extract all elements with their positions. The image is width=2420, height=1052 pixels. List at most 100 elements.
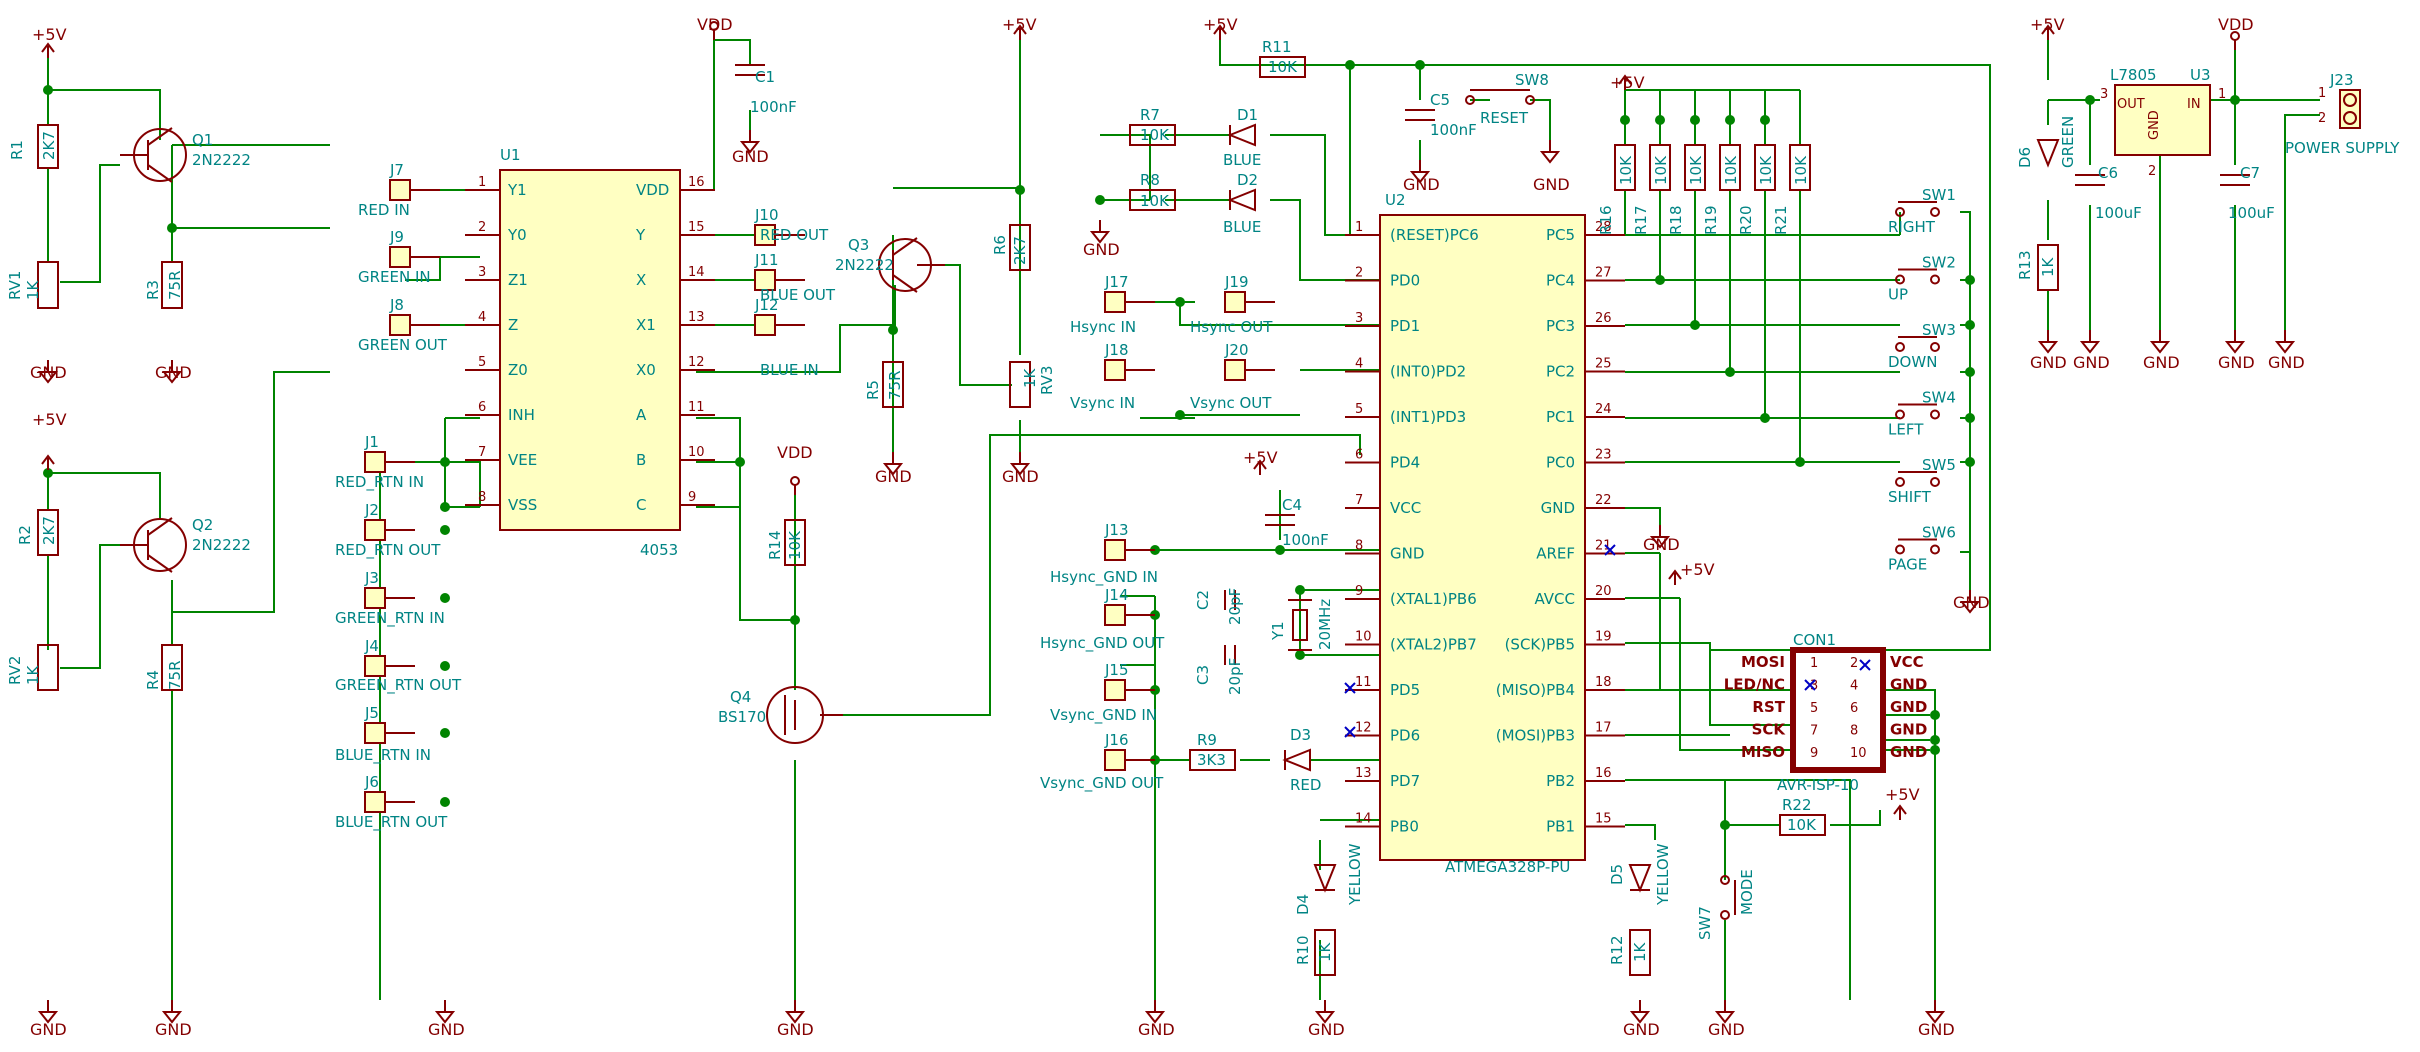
u2-pin-name: (XTAL2)PB7 [1390, 636, 1477, 654]
u2-pin-name: PB2 [1546, 772, 1575, 790]
u2-pin-name: GND [1541, 499, 1575, 517]
u2-pin-name: PC2 [1546, 363, 1575, 381]
svg-text:R12: R12 [1608, 935, 1626, 965]
u2-pin-name: PC5 [1546, 226, 1575, 244]
switch-contact[interactable] [1930, 207, 1940, 217]
svg-text:4053: 4053 [640, 541, 678, 559]
svg-text:100nF: 100nF [1430, 121, 1477, 139]
u1-pin-name: C [636, 496, 646, 514]
jumper-pad[interactable] [1104, 679, 1126, 701]
resistor-bank-ref: R21 [1772, 205, 1790, 235]
jumper-pad[interactable] [389, 314, 411, 336]
svg-text:GND: GND [1623, 1020, 1660, 1039]
u2-pin-name: PC1 [1546, 408, 1575, 426]
switch-contact[interactable] [1895, 477, 1905, 487]
jumper-ref: J1 [364, 433, 379, 451]
switch-contact[interactable] [1930, 342, 1940, 352]
u1-pin-name: Y1 [507, 181, 527, 199]
u1-pin-num: 15 [688, 220, 705, 235]
switch-contact[interactable] [1930, 477, 1940, 487]
u2-pin-name: (RESET)PC6 [1390, 226, 1479, 244]
u3-l7805: L7805 U3 OUT IN GND 3 1 2 [2100, 66, 2226, 179]
switch-contact[interactable] [1895, 544, 1905, 555]
con1-left-label: MISO [1741, 743, 1785, 761]
switch-ref: SW3 [1922, 321, 1956, 339]
jumper-label: RED IN [358, 201, 410, 219]
jumper-label: RED_RTN OUT [335, 541, 441, 560]
u1-pin-name: B [636, 451, 646, 469]
u2-pin-name: PC4 [1546, 272, 1575, 290]
svg-text:C1: C1 [755, 68, 775, 86]
jumper-pad[interactable] [364, 519, 386, 541]
svg-text:GND: GND [1083, 240, 1120, 259]
u1-pin-name: VEE [508, 451, 537, 469]
svg-text:J23: J23 [2329, 71, 2354, 89]
u2-pin-name: (MOSI)PB3 [1496, 727, 1575, 745]
svg-text:R7: R7 [1140, 106, 1160, 124]
svg-text:R22: R22 [1782, 796, 1812, 814]
switch-label: PAGE [1888, 556, 1927, 574]
switch-contact[interactable] [1930, 409, 1940, 420]
u1-pin-num: 12 [688, 355, 705, 370]
svg-text:C3: C3 [1194, 665, 1212, 685]
jumper-pad[interactable] [1104, 604, 1126, 626]
switch-label: RIGHT [1888, 218, 1936, 236]
jumper-pad[interactable] [1104, 539, 1126, 561]
con1-right-label: VCC [1890, 653, 1924, 671]
jumper-ref: J11 [754, 251, 779, 269]
svg-text:C5: C5 [1430, 91, 1450, 109]
u2-pin-name: (SCK)PB5 [1505, 636, 1575, 654]
svg-text:AVR-ISP-10: AVR-ISP-10 [1777, 776, 1859, 794]
jumper-pad[interactable] [1224, 359, 1246, 381]
u2-pin-name: PD5 [1390, 681, 1420, 699]
svg-text:GND: GND [1533, 175, 1570, 194]
u2-pin-num: 2 [1355, 266, 1363, 281]
jumper-pad[interactable] [389, 246, 411, 268]
con1-pin-num: 1 [1810, 656, 1818, 671]
jumper-ref: J9 [389, 228, 404, 246]
svg-text:20MHz: 20MHz [1316, 599, 1334, 650]
u2-pin-name: AVCC [1534, 590, 1575, 608]
u1-pin-name: X [636, 271, 646, 289]
jumper-pad[interactable] [364, 451, 386, 473]
u1-pin-name: Z [508, 316, 518, 334]
jumper-pad[interactable] [364, 655, 386, 677]
svg-text:OUT: OUT [2117, 97, 2145, 112]
svg-text:GND: GND [155, 363, 192, 382]
resistor-bank-ref: R16 [1597, 205, 1615, 235]
jumper-pad[interactable] [364, 722, 386, 744]
jumper-pad[interactable] [389, 179, 411, 201]
jumper-pad[interactable] [364, 587, 386, 609]
svg-text:100nF: 100nF [750, 98, 797, 116]
u2-pin-name: (MISO)PB4 [1496, 681, 1575, 699]
switch-contact[interactable] [1930, 274, 1940, 285]
jumper-pad[interactable] [1104, 359, 1126, 381]
switch-contact[interactable] [1930, 544, 1940, 555]
jumper-ref: J13 [1104, 521, 1129, 539]
svg-text:100nF: 100nF [1282, 531, 1329, 549]
jumper-label: GREEN_RTN OUT [335, 676, 462, 695]
u1-pin-num: 11 [688, 400, 705, 415]
svg-text:SW7: SW7 [1696, 906, 1714, 940]
switch-label: SHIFT [1888, 488, 1932, 506]
svg-text:10K: 10K [1268, 58, 1298, 76]
u1-pin-num: 4 [478, 310, 486, 325]
u1-pin-name: X0 [636, 361, 656, 379]
u1-pin-name: X1 [636, 316, 656, 334]
u1-pin-num: 16 [688, 175, 705, 190]
jumper-pad[interactable] [1224, 291, 1246, 313]
u1-pin-num: 8 [478, 490, 486, 505]
svg-text:R11: R11 [1262, 38, 1292, 56]
con1-pin-num: 10 [1850, 746, 1867, 761]
switch-contact[interactable] [1895, 342, 1905, 352]
resistor-bank-val: 10K [1757, 155, 1775, 185]
jumper-pad[interactable] [754, 314, 776, 336]
jumper-ref: J15 [1104, 661, 1129, 679]
jumper-pad[interactable] [1104, 291, 1126, 313]
svg-text:GND: GND [2147, 110, 2162, 140]
jumper-pad[interactable] [364, 791, 386, 813]
jumper-pad[interactable] [1104, 749, 1126, 771]
svg-text:1K: 1K [1631, 941, 1649, 962]
u1-pin-num: 5 [478, 355, 486, 370]
svg-text:C7: C7 [2240, 164, 2260, 182]
